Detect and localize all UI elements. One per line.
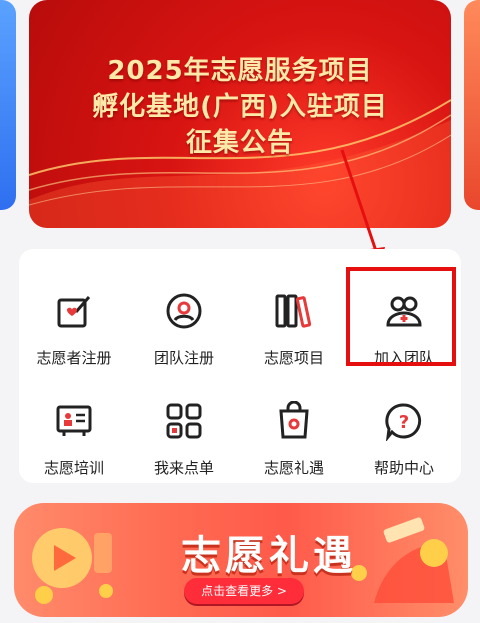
menu-item-volunteer-gift[interactable]: 志愿礼遇 [239,377,349,477]
menu-label: 志愿培训 [43,459,104,477]
menu-item-volunteer-project[interactable]: 志愿项目 [239,267,349,367]
menu-item-volunteer-register[interactable]: 志愿者注册 [19,267,129,367]
menu-label: 我来点单 [153,459,214,477]
volunteer-register-icon [57,296,91,328]
view-more-button[interactable]: 点击查看更多 > [184,578,304,604]
svg-text:?: ? [399,412,409,433]
order-icon [166,403,202,439]
carousel-prev-card[interactable] [0,0,16,210]
menu-item-order[interactable]: 我来点单 [129,377,239,477]
highlight-box [346,267,456,366]
promo-title: 志愿礼遇 [181,533,357,579]
menu-label: 志愿者注册 [36,349,112,367]
menu-label: 团队注册 [153,349,214,367]
banner-title-line1: 2025年志愿服务项目 [107,56,373,86]
volunteer-gift-promo-banner[interactable]: 志愿礼遇 点击查看更多 > [14,503,468,617]
menu-label: 志愿项目 [263,349,324,367]
menu-item-help-center[interactable]: ? 帮助中心 [349,377,459,477]
carousel-next-card[interactable] [464,0,480,210]
volunteer-training-icon [56,405,92,436]
gift-bag-icon [279,401,309,439]
team-register-icon [166,293,202,329]
help-icon: ? [385,403,422,441]
menu-item-team-register[interactable]: 团队注册 [129,267,239,367]
menu-item-volunteer-training[interactable]: 志愿培训 [19,377,129,477]
volunteer-project-icon [275,294,312,328]
menu-label: 志愿礼遇 [263,459,324,477]
banner-title-line2: 孵化基地(广西)入驻项目 [92,92,388,122]
menu-label: 帮助中心 [373,459,434,477]
